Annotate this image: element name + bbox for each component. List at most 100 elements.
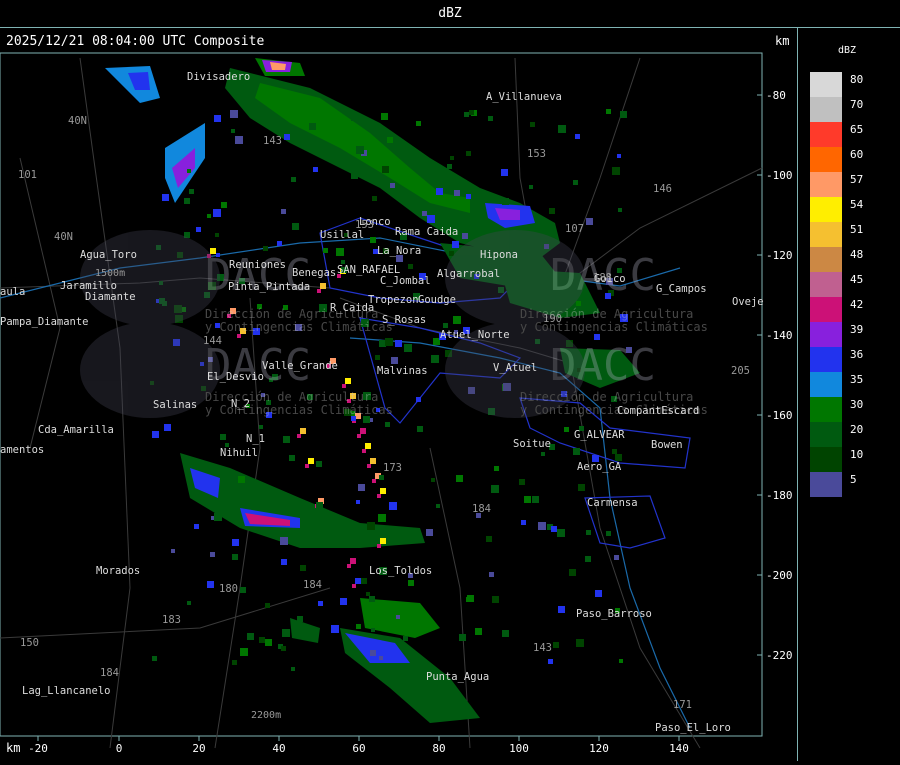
echo-pixel: [466, 597, 471, 602]
echo-pixel: [469, 110, 474, 115]
elevation-label: 2200m: [251, 710, 281, 721]
echo-pixel: [221, 202, 227, 208]
place-label: Paso_Barroso: [576, 608, 652, 620]
route-number-label: 173: [383, 462, 402, 474]
echo-pixel: [213, 209, 221, 217]
echo-pixel: [355, 578, 361, 584]
x-tick-label: 80: [432, 742, 445, 755]
echo-pixel: [231, 129, 235, 133]
echo-pixel: [351, 172, 358, 179]
echo-pixel: [363, 416, 370, 423]
echo-pixel: [372, 196, 377, 201]
place-label: Lag_Llancanelo: [22, 685, 111, 697]
echo-pixel: [387, 137, 393, 143]
echo-pixel: [215, 233, 219, 237]
echo-pixel: [530, 122, 535, 127]
echo-pixel: [578, 484, 585, 491]
route-number-label: 107: [565, 223, 584, 235]
echo-pixel: [361, 578, 367, 584]
echo-pixel: [370, 650, 376, 656]
echo-pixel: [558, 125, 566, 133]
echo-pixel: [232, 539, 239, 546]
echo-pixel: [365, 443, 371, 449]
echo-pixel: [453, 316, 461, 324]
place-label: G_ALVEAR: [574, 429, 625, 441]
place-label: G_Campos: [656, 283, 707, 295]
echo-pixel: [283, 436, 290, 443]
echo-pixel: [291, 177, 296, 182]
echo-pixel: [152, 656, 157, 661]
legend-swatch-70: [810, 97, 842, 122]
echo-pixel: [189, 189, 194, 194]
echo-pixel: [617, 154, 621, 158]
place-label: La_Nora: [377, 245, 421, 257]
echo-pixel: [313, 167, 318, 172]
route-number-label: 188: [593, 272, 612, 284]
echo-pixel: [237, 334, 241, 338]
legend-swatch-51: [810, 222, 842, 247]
echo-pixel: [214, 115, 221, 122]
echo-pixel: [367, 522, 375, 530]
echo-pixel: [553, 642, 559, 648]
x-axis-ticks: -20 0 20 40 60 80 100 120 140: [28, 736, 689, 755]
place-label: aula: [0, 286, 25, 298]
legend-label-5: 5: [850, 473, 857, 486]
echo-pixel: [569, 569, 576, 576]
place-label: Los_Toldos: [369, 565, 432, 577]
echo-pixel: [416, 121, 421, 126]
radar-map-panel[interactable]: DACC DACC DACC DACC Dirección de Agricul…: [0, 28, 797, 761]
y-tick-label: -120: [766, 249, 793, 262]
watermark-text-4: DACC: [550, 340, 656, 391]
echo-pixel: [447, 164, 452, 169]
route-number-label: 146: [653, 183, 672, 195]
legend-swatch-35: [810, 372, 842, 397]
place-label: Morados: [96, 565, 140, 577]
echo-pixel: [331, 625, 339, 633]
echo-pixel: [380, 538, 386, 544]
echo-pixel: [289, 455, 295, 461]
legend-label-51: 51: [850, 223, 864, 236]
echo-pixel: [362, 449, 366, 453]
echo-pixel: [210, 552, 215, 557]
place-label: Aero_GA: [577, 461, 622, 473]
echo-pixel: [220, 434, 226, 440]
route-number-label: 143: [533, 642, 552, 654]
echo-pixel: [247, 633, 254, 640]
echo-pixel: [280, 537, 288, 545]
legend-swatch-30: [810, 397, 842, 422]
echo-pixel: [606, 109, 611, 114]
echo-pixel: [614, 555, 619, 560]
echo-pixel: [408, 264, 413, 269]
echo-pixel: [427, 215, 435, 223]
echo-pixel: [595, 590, 602, 597]
place-label: Soitue: [513, 438, 551, 450]
route-number-label: 180: [219, 583, 238, 595]
place-label: Bowen: [651, 439, 683, 451]
echo-pixel: [521, 520, 526, 525]
echo-pixel: [576, 639, 584, 647]
place-label: N_2: [231, 398, 250, 410]
legend-label-42: 42: [850, 298, 864, 311]
echo-cell: [290, 618, 320, 643]
legend-swatch-10: [810, 447, 842, 472]
echo-pixel: [277, 241, 282, 246]
echo-pixel: [492, 596, 499, 603]
place-label: Punta_Agua: [426, 671, 489, 683]
echo-pixel: [502, 630, 509, 637]
echo-pixel: [316, 461, 322, 467]
product-title: dBZ: [438, 6, 462, 21]
echo-pixel: [391, 357, 398, 364]
place-label: Diamante: [85, 291, 136, 303]
place-label: CompantEscard: [617, 405, 699, 417]
radar-map-canvas[interactable]: DACC DACC DACC DACC Dirección de Agricul…: [0, 28, 797, 761]
place-label: N_1: [246, 433, 265, 445]
echo-cell: [105, 66, 160, 103]
echo-pixel: [305, 464, 309, 468]
legend-swatch-36: [810, 347, 842, 372]
echo-pixel: [466, 194, 471, 199]
legend-label-45: 45: [850, 273, 864, 286]
echo-pixel: [475, 628, 482, 635]
route-number-label: 40N: [54, 231, 73, 243]
echo-pixel: [265, 639, 272, 646]
place-label: Algarrobal: [437, 268, 500, 280]
